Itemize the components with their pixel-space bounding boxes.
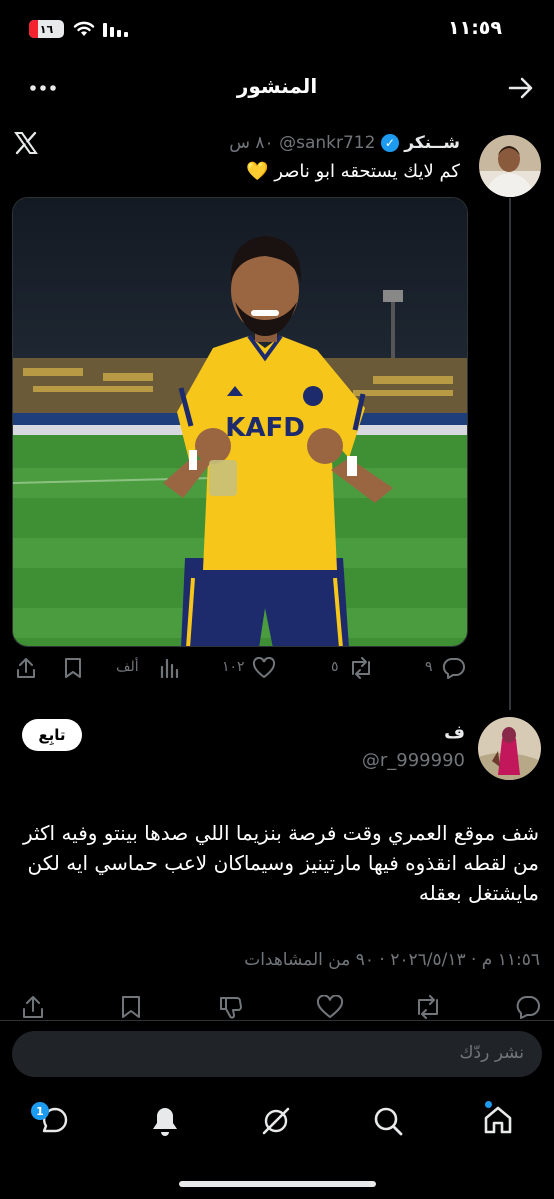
svg-text:KAFD: KAFD [225, 413, 305, 443]
page-title: المنشور [236, 74, 318, 98]
forward-arrow-icon[interactable] [508, 76, 534, 100]
avatar[interactable] [479, 135, 541, 197]
search-icon[interactable] [372, 1105, 404, 1137]
post-text: شف موقع العمري وقت فرصة بنزيما اللي صدها… [22, 821, 539, 905]
bookmark-icon[interactable] [63, 657, 83, 679]
views-icon[interactable] [159, 657, 181, 679]
x-logo-icon [14, 131, 38, 155]
reply-icon[interactable] [515, 995, 541, 1019]
reply-placeholder: نشر ردّك [459, 1043, 524, 1063]
share-icon[interactable] [15, 656, 37, 680]
reply-input[interactable]: نشر ردّك [12, 1031, 542, 1077]
like-icon[interactable] [316, 995, 344, 1019]
home-icon[interactable] [482, 1104, 514, 1136]
post-meta: ١١:٥٦ م · ٢٠٢٦/٥/١٣ · ٩٠ من المشاهدات [244, 950, 540, 970]
parent-post-header: شــنكر ✓ @sankr712 ٨٠ س [229, 133, 460, 153]
handle[interactable]: @r_999990 [362, 750, 465, 771]
avatar[interactable] [478, 717, 541, 780]
thread-line [509, 198, 511, 710]
parent-post-text: كم لايك يستحقه ابو ناصر 💛 [246, 161, 460, 182]
handle[interactable]: @sankr712 [279, 133, 375, 153]
time-ago: ٨٠ س [229, 133, 274, 153]
home-indicator[interactable] [179, 1181, 376, 1187]
repost-icon[interactable] [348, 657, 374, 679]
view-count: ألف [116, 659, 139, 675]
repost-icon[interactable] [413, 995, 443, 1019]
follow-button[interactable]: تابِع [22, 719, 82, 751]
battery-level: ١٦ [39, 22, 54, 36]
repost-count: ٥ [331, 659, 339, 675]
verified-icon: ✓ [380, 134, 399, 152]
messages-badge: 1 [31, 1102, 49, 1120]
like-icon[interactable] [252, 657, 276, 679]
divider [0, 1020, 554, 1021]
share-icon[interactable] [21, 994, 45, 1020]
status-time: ١١:٥٩ [448, 17, 502, 39]
display-name[interactable]: شــنكر [404, 133, 460, 153]
battery-indicator: ١٦ [29, 20, 64, 38]
notifications-icon[interactable] [150, 1105, 180, 1137]
reply-count: ٩ [425, 659, 433, 675]
display-name[interactable]: ف [444, 722, 465, 743]
cellular-signal-icon [103, 23, 128, 37]
like-count: ١٠٢ [222, 659, 245, 675]
home-unread-dot [485, 1101, 492, 1108]
wifi-icon [73, 21, 95, 36]
reply-icon[interactable] [442, 657, 466, 679]
grok-icon[interactable] [260, 1105, 292, 1137]
dislike-icon[interactable] [218, 995, 244, 1019]
post-image[interactable]: KAFD [12, 197, 468, 647]
bookmark-icon[interactable] [120, 995, 142, 1019]
